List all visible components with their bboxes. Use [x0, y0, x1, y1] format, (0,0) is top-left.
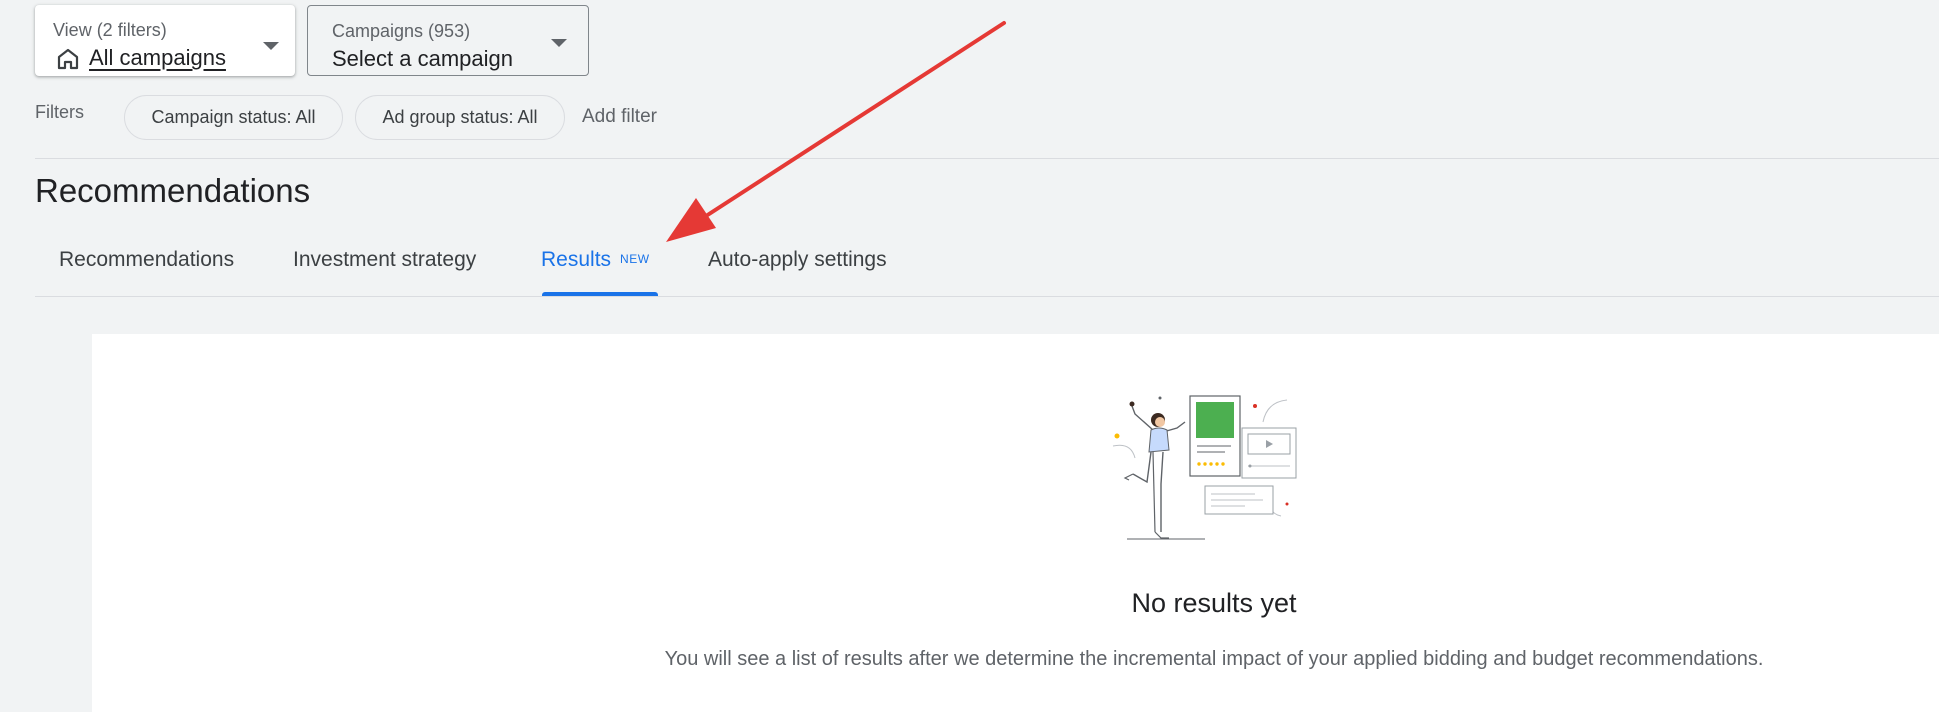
new-badge: NEW: [620, 252, 650, 266]
view-selector-value[interactable]: All campaigns: [89, 45, 226, 71]
campaign-selector-value: Select a campaign: [332, 46, 513, 71]
celebrating-person-illustration: [1112, 395, 1297, 540]
filter-chip-campaign-status[interactable]: Campaign status: All: [124, 95, 343, 140]
campaign-selector-label: Campaigns (953): [332, 21, 471, 41]
tab-results[interactable]: Results NEW: [541, 248, 650, 272]
view-selector[interactable]: View (2 filters) All campaigns: [35, 5, 295, 76]
add-filter-button[interactable]: Add filter: [582, 106, 657, 128]
filters-label: Filters: [35, 102, 84, 122]
empty-state-title: No results yet: [1131, 588, 1297, 618]
page-title: Recommendations: [35, 172, 311, 209]
chevron-down-icon[interactable]: [551, 39, 567, 47]
tab-recommendations[interactable]: Recommendations: [59, 248, 234, 272]
home-icon: [57, 48, 79, 70]
empty-state-description: You will see a list of results after we …: [664, 648, 1764, 670]
view-selector-label: View (2 filters): [53, 20, 167, 40]
chevron-down-icon[interactable]: [263, 42, 279, 50]
tab-results-label: Results: [541, 248, 612, 271]
tab-investment-strategy[interactable]: Investment strategy: [293, 248, 476, 272]
tab-auto-apply-settings[interactable]: Auto-apply settings: [708, 248, 887, 272]
divider: [35, 296, 1939, 297]
campaign-selector[interactable]: Campaigns (953) Select a campaign: [307, 5, 589, 76]
divider: [35, 158, 1939, 159]
filter-chip-ad-group-status[interactable]: Ad group status: All: [355, 95, 565, 140]
